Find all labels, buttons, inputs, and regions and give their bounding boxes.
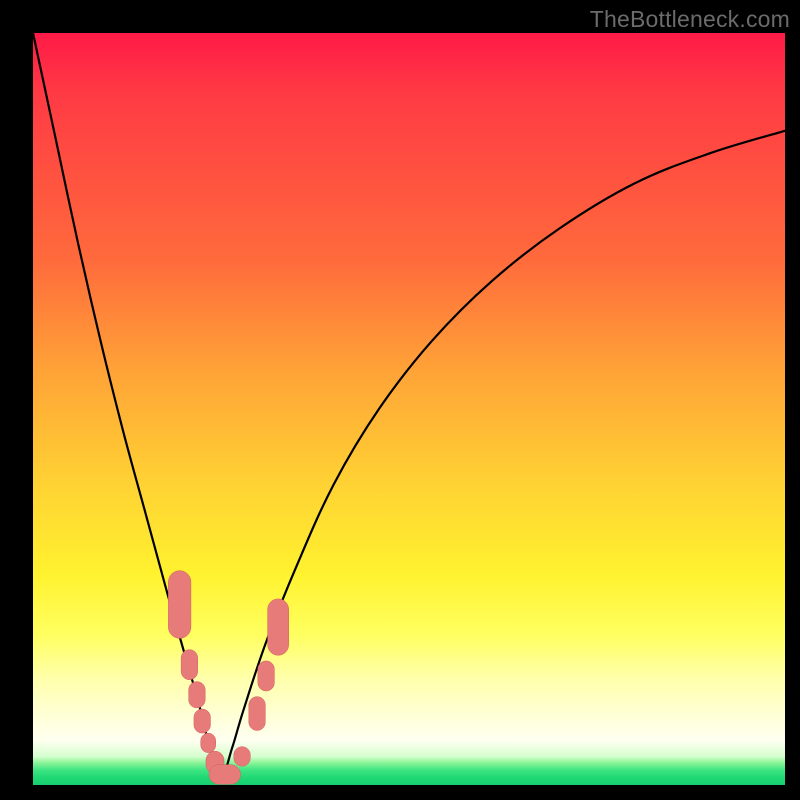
plot-area xyxy=(33,33,785,785)
data-marker xyxy=(181,650,198,680)
data-marker xyxy=(168,571,191,639)
data-marker xyxy=(201,733,216,753)
marker-layer xyxy=(168,571,288,785)
data-marker xyxy=(189,682,206,708)
chart-frame: TheBottleneck.com xyxy=(0,0,800,800)
watermark-text: TheBottleneck.com xyxy=(590,6,790,33)
data-marker xyxy=(234,747,251,767)
data-marker xyxy=(258,661,275,691)
data-marker xyxy=(249,697,266,731)
bottleneck-curve xyxy=(33,33,785,777)
data-marker xyxy=(268,599,289,655)
data-marker xyxy=(209,765,241,785)
data-marker xyxy=(194,709,211,733)
chart-svg xyxy=(33,33,785,785)
curve-layer xyxy=(33,33,785,777)
